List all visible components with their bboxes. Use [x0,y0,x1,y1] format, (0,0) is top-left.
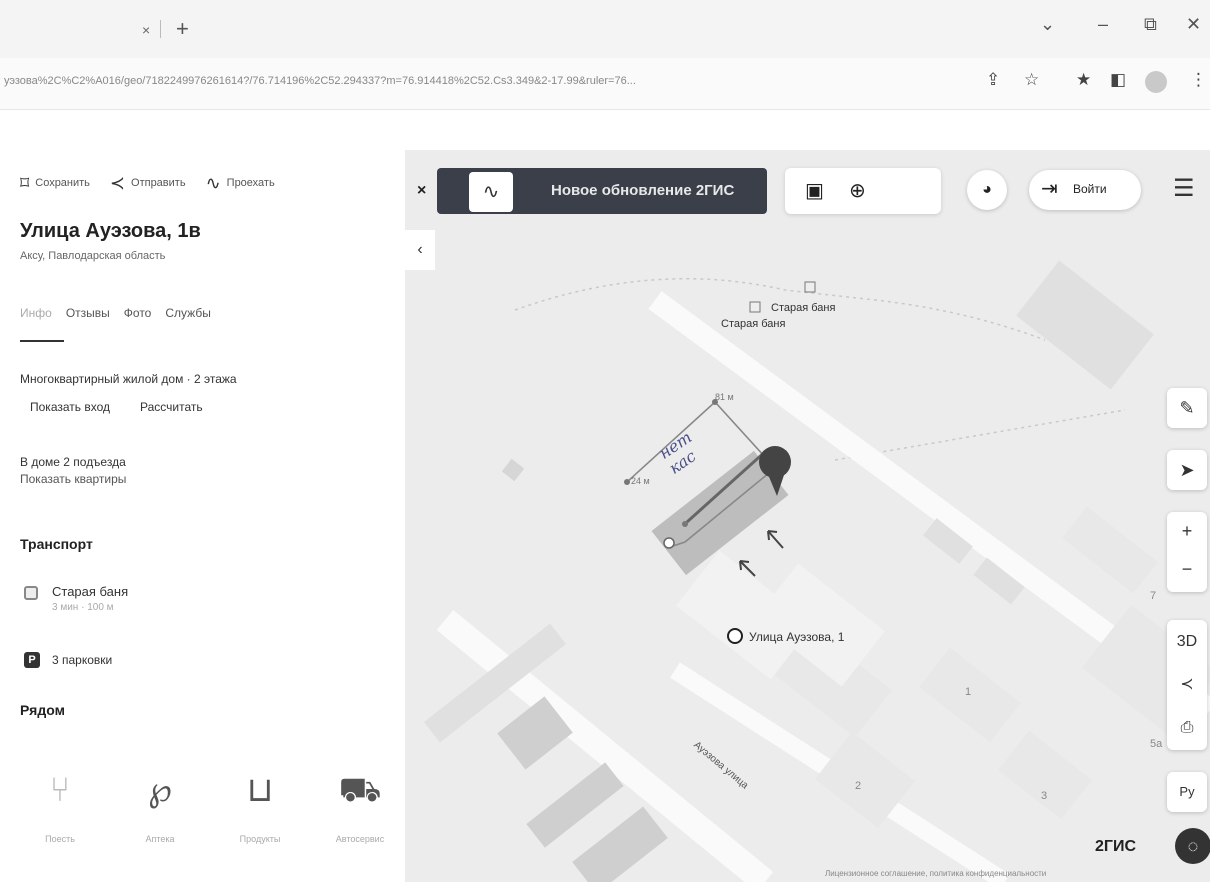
share-page-icon[interactable]: ⇪ [986,70,1000,90]
place-tabs: Инфо Отзывы Фото Службы [20,306,211,320]
login-icon: ⇥ [1041,178,1058,200]
zoom-controls: + − [1167,512,1207,592]
map-tools: 3D ≺ ⎙ [1167,620,1207,750]
maximize-button[interactable]: ⧉ [1144,14,1157,35]
sidepanel-icon[interactable]: ◧ [1110,70,1126,90]
tab-close-icon[interactable]: × [142,22,150,38]
profile-avatar[interactable] [1145,71,1167,93]
category-groceries[interactable]: ⊔ Продукты [220,768,300,844]
transport-toggle: ▣ ⊕ [785,168,941,214]
entrances-info: В доме 2 подъезда [20,455,126,469]
stop-distance: 3 мин · 100 м [52,602,114,613]
language-button[interactable]: Ру [1167,772,1207,812]
ruler-label-81m: 81 м [715,392,734,402]
ruler-icon[interactable]: ✎ [1167,388,1207,428]
ruler-label-24m: 24 м [631,476,650,486]
fork-knife-icon: ⑂ [49,771,71,809]
map-label-stop-secondary[interactable]: Старая баня [721,318,785,330]
pills-icon: ℘ [148,771,172,809]
bus-icon[interactable]: ▣ [805,178,824,203]
map-label-address[interactable]: Улица Ауэзова, 1 [749,630,844,644]
place-actions: ⌑ Сохранить ≺ Отправить ∿ Проехать [20,174,275,192]
tab-services[interactable]: Службы [165,306,210,320]
minimize-button[interactable]: – [1098,14,1108,35]
layer-3d-button[interactable]: 3D [1167,620,1207,663]
transport-heading: Транспорт [20,536,93,552]
tab-reviews[interactable]: Отзывы [66,306,110,320]
parking-link[interactable]: 3 парковки [52,653,112,667]
zoom-in-button[interactable]: + [1167,512,1207,550]
bus-stop-icon [24,586,38,600]
active-tab-indicator [20,340,64,342]
nearby-categories: ⑂ Поесть ℘ Аптека ⊔ Продукты ⛟ Автосерви… [20,768,400,844]
basket-icon: ⊔ [246,771,274,809]
license-link[interactable]: Лицензионное соглашение, политика конфид… [825,869,1046,878]
place-subtitle: Аксу, Павлодарская область [20,250,166,262]
show-apartments-link[interactable]: Показать квартиры [20,472,126,486]
nearby-heading: Рядом [20,702,65,718]
category-food[interactable]: ⑂ Поесть [20,768,100,844]
share-icon: ≺ [109,173,126,193]
new-tab-button[interactable]: + [176,16,189,42]
map-label-stop[interactable]: Старая баня [771,302,835,314]
share-button[interactable]: ≺ Отправить [110,174,186,192]
show-entrance-link[interactable]: Показать вход [30,400,110,414]
place-info-panel: ⌑ Сохранить ≺ Отправить ∿ Проехать Улица… [0,150,405,882]
route-button[interactable]: ∿ Проехать [206,174,275,192]
route-icon[interactable]: ∿ [469,172,513,212]
tab-search-icon[interactable]: ⌄ [1040,14,1055,35]
tab-info[interactable]: Инфо [20,306,52,320]
category-pharmacy[interactable]: ℘ Аптека [120,768,200,844]
calculate-link[interactable]: Рассчитать [140,400,203,414]
banner-close-icon[interactable]: × [417,182,426,200]
signpost-icon[interactable]: ⊕ [849,178,866,203]
url-text[interactable]: уэзова%2C%C2%A016/geo/7182249976261614?/… [4,75,974,87]
bookmark-icon: ⌑ [20,173,30,193]
building-info: Многоквартирный жилой дом · 2 этажа [20,372,237,386]
login-button[interactable]: ⇥ Войти [1029,170,1141,210]
location-history-icon[interactable]: ◕ [967,170,1007,210]
close-window-button[interactable]: ✕ [1186,14,1201,35]
bookmark-star-icon[interactable]: ☆ [1024,70,1039,90]
chat-icon[interactable]: ◌ [1175,828,1210,864]
tab-photos[interactable]: Фото [124,306,152,320]
map-drawing [423,260,1210,882]
brand-logo: 2ГИС [1095,838,1137,855]
route-icon: ∿ [205,173,221,193]
place-title: Улица Ауэзова, 1в [20,220,201,242]
collapse-panel-button[interactable]: ‹ [405,230,435,270]
print-icon[interactable]: ⎙ [1167,706,1207,749]
save-button[interactable]: ⌑ Сохранить [20,174,90,192]
my-location-icon[interactable]: ➤ [1167,450,1207,490]
zoom-out-button[interactable]: − [1167,550,1207,588]
category-car-service[interactable]: ⛟ Автосервис [320,768,400,844]
browser-menu-icon[interactable]: ⋮ [1190,70,1207,90]
browser-tabbar: × + ⌄ – ⧉ ✕ [0,0,1210,58]
hamburger-menu-icon[interactable]: ☰ [1173,174,1195,203]
map-canvas[interactable]: нет кас Старая баня Старая баня 81 м 24 … [405,150,1210,882]
share-map-icon[interactable]: ≺ [1167,663,1207,706]
tab-separator [160,20,161,38]
parking-icon: P [24,652,40,668]
stop-name[interactable]: Старая баня [52,584,128,599]
building-links: Показать вход Рассчитать [30,400,203,414]
address-bar[interactable]: уэзова%2C%C2%A016/geo/7182249976261614?/… [0,58,1210,110]
extensions-icon[interactable]: ★ [1076,70,1091,90]
car-icon: ⛟ [338,771,382,809]
